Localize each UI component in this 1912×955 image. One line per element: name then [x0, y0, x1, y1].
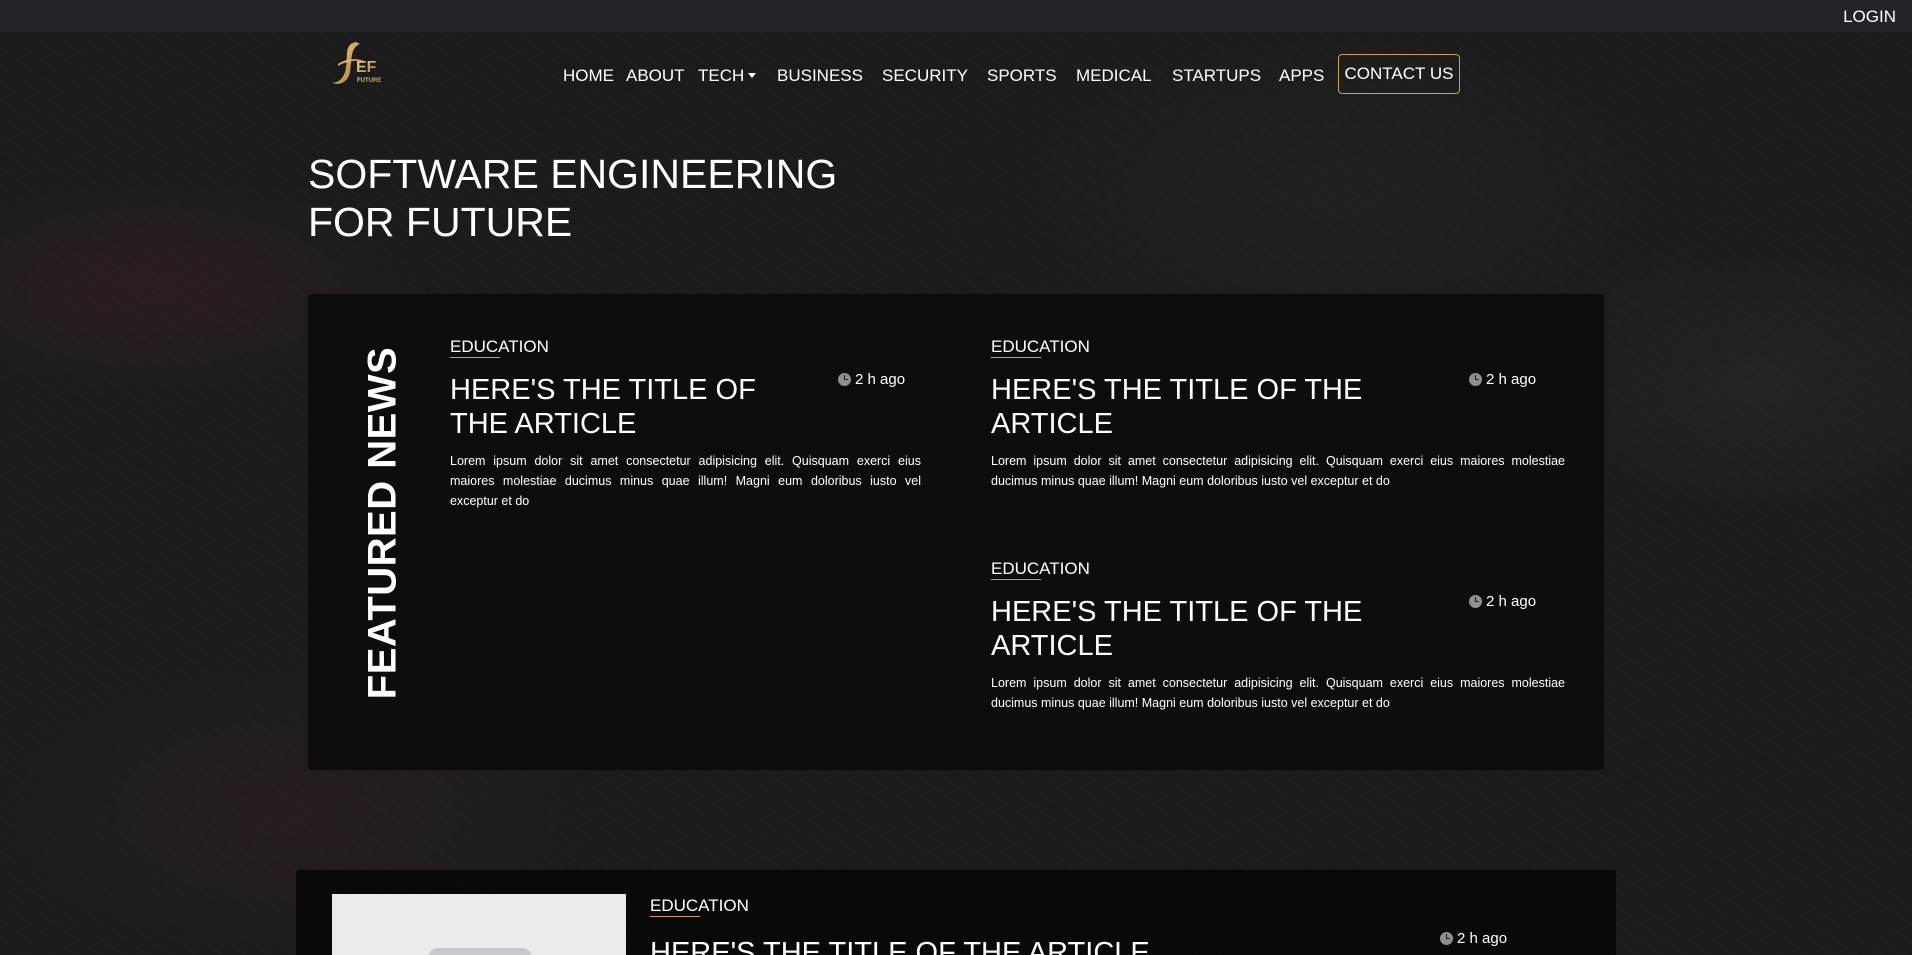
article-time-label: 2 h ago [1486, 371, 1537, 388]
article-thumbnail[interactable] [332, 894, 626, 955]
login-link[interactable]: LOGIN [1843, 7, 1896, 27]
article-title[interactable]: HERE'S THE TITLE OF THE ARTICLE [991, 595, 1362, 663]
nav-tech[interactable]: TECH [698, 66, 757, 86]
page-title-line-2: FOR FUTURE [308, 199, 573, 245]
article-title[interactable]: HERE'S THE TITLE OF THE ARTICLE [450, 373, 756, 441]
nav-business[interactable]: BUSINESS [777, 66, 863, 86]
article-title-line-1: HERE'S THE TITLE OF THE [991, 596, 1363, 628]
category-underline [991, 357, 1041, 358]
nav-tech-label: TECH [698, 66, 745, 85]
nav-medical[interactable]: MEDICAL [1076, 66, 1152, 86]
list-article[interactable]: EDUCATION HERE'S THE TITLE OF THE ARTICL… [650, 896, 1510, 955]
article-time: 2 h ago [1469, 371, 1536, 388]
nav-sports[interactable]: SPORTS [987, 66, 1057, 86]
article-excerpt: Lorem ipsum dolor sit amet consectetur a… [991, 676, 1565, 710]
thumbnail-placeholder-shape [428, 948, 532, 955]
main-nav: HOME ABOUT TECH BUSINESS SECURITY SPORTS… [0, 54, 1912, 98]
article-category[interactable]: EDUCATION [991, 559, 1090, 579]
clock-icon [1440, 932, 1453, 945]
nav-home[interactable]: HOME [563, 66, 614, 86]
article-title-line-2: THE ARTICLE [450, 408, 637, 440]
article-title[interactable]: HERE'S THE TITLE OF THE ARTICLE [991, 373, 1362, 441]
nav-about[interactable]: ABOUT [626, 66, 685, 86]
article-title[interactable]: HERE'S THE TITLE OF THE ARTICLE [650, 936, 1150, 955]
article-time-label: 2 h ago [1457, 930, 1508, 947]
featured-article-1[interactable]: EDUCATION HERE'S THE TITLE OF THE ARTICL… [450, 337, 922, 517]
article-excerpt: Lorem ipsum dolor sit amet consectetur a… [991, 454, 1565, 488]
clock-icon [838, 373, 851, 386]
nav-security[interactable]: SECURITY [882, 66, 968, 86]
nav-startups[interactable]: STARTUPS [1172, 66, 1261, 86]
article-title-line-2: ARTICLE [991, 408, 1113, 440]
featured-news-heading: FEATURED NEWS [354, 346, 412, 700]
chevron-down-icon [748, 73, 757, 78]
article-excerpt: Lorem ipsum dolor sit amet consectetur a… [450, 454, 921, 508]
article-time-label: 2 h ago [1486, 593, 1537, 610]
top-bar: LOGIN [0, 0, 1912, 32]
contact-us-button[interactable]: CONTACT US [1338, 54, 1460, 94]
page-title-line-1: SOFTWARE ENGINEERING [308, 151, 838, 197]
article-title-line-2: ARTICLE [991, 630, 1113, 662]
page-title: SOFTWARE ENGINEERING FOR FUTURE [308, 150, 868, 246]
clock-icon [1469, 595, 1482, 608]
article-time: 2 h ago [1440, 930, 1507, 947]
article-time-label: 2 h ago [855, 371, 906, 388]
article-title-line-1: HERE'S THE TITLE OF [450, 374, 756, 406]
category-underline [650, 916, 700, 917]
article-category[interactable]: EDUCATION [450, 337, 549, 357]
nav-apps[interactable]: APPS [1279, 66, 1324, 86]
article-category[interactable]: EDUCATION [650, 896, 749, 916]
featured-article-3[interactable]: EDUCATION HERE'S THE TITLE OF THE ARTICL… [991, 559, 1566, 719]
category-underline [991, 579, 1041, 580]
article-title-line-1: HERE'S THE TITLE OF THE [991, 374, 1363, 406]
article-time: 2 h ago [1469, 593, 1536, 610]
clock-icon [1469, 373, 1482, 386]
article-category[interactable]: EDUCATION [991, 337, 1090, 357]
article-time: 2 h ago [838, 371, 905, 388]
featured-article-2[interactable]: EDUCATION HERE'S THE TITLE OF THE ARTICL… [991, 337, 1566, 497]
category-underline [450, 357, 500, 358]
featured-news-label: FEATURED NEWS [360, 346, 405, 700]
